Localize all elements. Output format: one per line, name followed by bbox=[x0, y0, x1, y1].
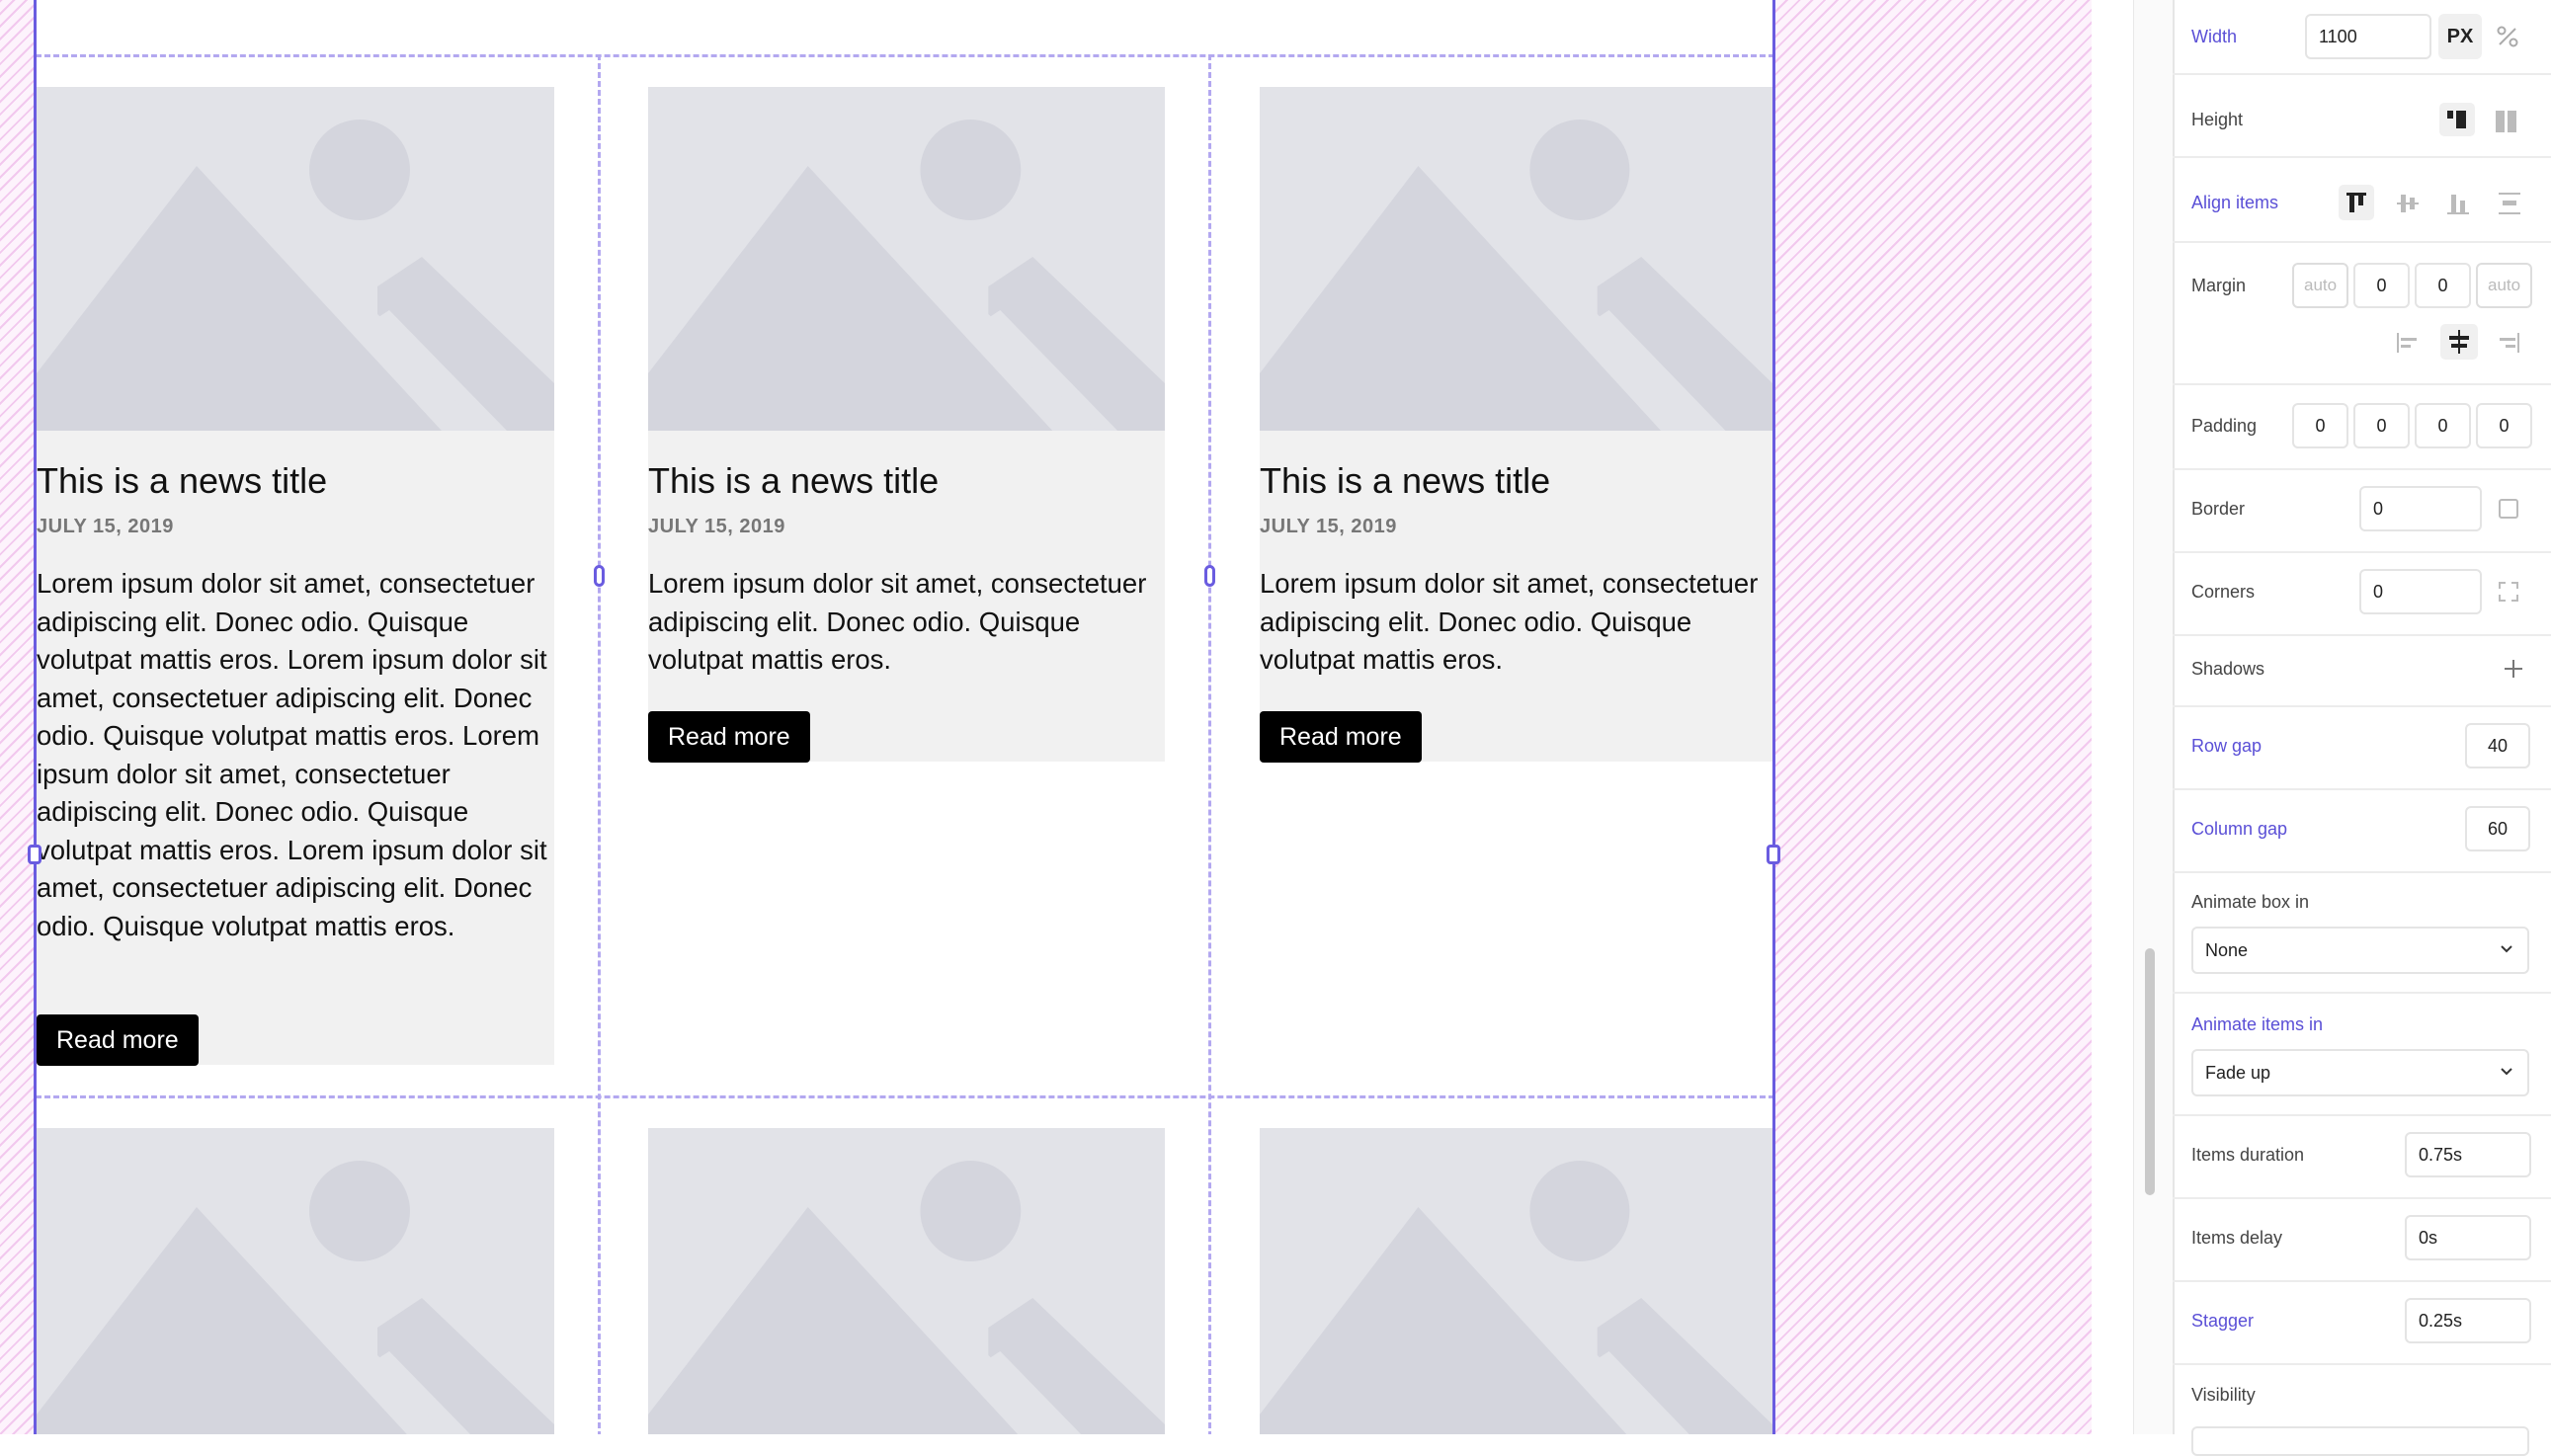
padding-bottom-input[interactable]: 0 bbox=[2415, 403, 2471, 448]
scrollbar-track[interactable] bbox=[2133, 0, 2175, 1434]
align-bottom-icon[interactable] bbox=[2445, 191, 2471, 216]
height-auto-icon bbox=[2447, 111, 2466, 128]
grid-guide bbox=[36, 1095, 1774, 1098]
percent-icon[interactable] bbox=[2497, 26, 2518, 47]
image-icon bbox=[1260, 120, 1772, 431]
chevron-down-icon bbox=[2501, 1068, 2512, 1076]
height-label: Height bbox=[2191, 110, 2244, 129]
margin-bottom-input[interactable]: 0 bbox=[2415, 263, 2471, 308]
width-input[interactable]: 1100 bbox=[2305, 14, 2431, 59]
border-label: Border bbox=[2191, 499, 2246, 519]
margin-left-input[interactable]: auto bbox=[2476, 263, 2532, 308]
items-duration-label: Items duration bbox=[2191, 1145, 2305, 1165]
read-more-button[interactable]: Read more bbox=[37, 1014, 199, 1066]
animate-items-in-select[interactable]: Fade up bbox=[2191, 1049, 2529, 1096]
news-date: JULY 15, 2019 bbox=[1260, 516, 1397, 537]
grid-guide bbox=[36, 54, 1774, 57]
align-items-label: Align items bbox=[2191, 193, 2279, 212]
image-icon bbox=[648, 120, 1165, 431]
margin-align-left-icon[interactable] bbox=[2394, 330, 2420, 356]
padding-right-input[interactable]: 0 bbox=[2353, 403, 2410, 448]
news-date: JULY 15, 2019 bbox=[37, 516, 174, 537]
image-icon bbox=[648, 1161, 1165, 1434]
padding-label: Padding bbox=[2191, 416, 2258, 436]
news-excerpt: Lorem ipsum dolor sit amet, consectetuer… bbox=[648, 568, 1147, 675]
news-title: This is a news title bbox=[37, 460, 328, 501]
image-placeholder bbox=[648, 1128, 1165, 1434]
width-label: Width bbox=[2191, 27, 2238, 46]
animate-box-in-select[interactable]: None bbox=[2191, 927, 2529, 974]
row-gap-label: Row gap bbox=[2191, 736, 2263, 756]
items-delay-label: Items delay bbox=[2191, 1228, 2283, 1248]
gap-handle[interactable] bbox=[594, 565, 605, 587]
image-placeholder bbox=[1260, 1128, 1772, 1434]
align-center-icon[interactable] bbox=[2395, 191, 2421, 216]
column-gap-label: Column gap bbox=[2191, 819, 2288, 839]
animate-items-in-value: Fade up bbox=[2205, 1063, 2271, 1083]
corners-label: Corners bbox=[2191, 582, 2256, 602]
items-delay-input[interactable]: 0s bbox=[2405, 1215, 2531, 1260]
resize-handle-right[interactable] bbox=[1767, 845, 1780, 864]
padding-top-input[interactable]: 0 bbox=[2292, 403, 2348, 448]
padding-left-input[interactable]: 0 bbox=[2476, 403, 2532, 448]
image-icon bbox=[37, 120, 554, 431]
align-top-icon bbox=[2346, 193, 2366, 212]
selection-border-right bbox=[1772, 0, 1775, 1434]
image-placeholder bbox=[1260, 87, 1772, 431]
height-fill-icon[interactable] bbox=[2493, 109, 2520, 134]
corners-expand-icon[interactable] bbox=[2497, 580, 2520, 604]
news-title: This is a news title bbox=[648, 460, 940, 501]
margin-align-center-button[interactable] bbox=[2440, 324, 2478, 360]
margin-label: Margin bbox=[2191, 276, 2247, 295]
animate-items-in-label: Animate items in bbox=[2191, 1014, 2324, 1034]
editor-canvas[interactable]: This is a news title JULY 15, 2019 Lorem… bbox=[0, 0, 2092, 1434]
image-placeholder bbox=[37, 1128, 554, 1434]
items-duration-input[interactable]: 0.75s bbox=[2405, 1132, 2531, 1177]
news-card[interactable]: This is a news title JULY 15, 2019 Lorem… bbox=[648, 87, 1165, 763]
corners-input[interactable]: 0 bbox=[2359, 569, 2482, 614]
news-card[interactable] bbox=[1260, 1128, 1772, 1434]
news-card[interactable] bbox=[648, 1128, 1165, 1434]
grid-guide bbox=[598, 54, 601, 1434]
image-icon bbox=[37, 1161, 554, 1434]
unit-px-button[interactable]: PX bbox=[2438, 14, 2482, 59]
scrollbar-thumb[interactable] bbox=[2145, 948, 2155, 1195]
news-excerpt: Lorem ipsum dolor sit amet, consectetuer… bbox=[1260, 568, 1759, 675]
gap-handle[interactable] bbox=[1204, 565, 1215, 587]
news-card[interactable]: This is a news title JULY 15, 2019 Lorem… bbox=[37, 87, 554, 1066]
margin-align-right-icon[interactable] bbox=[2497, 330, 2522, 356]
align-stretch-icon[interactable] bbox=[2497, 191, 2522, 216]
add-shadow-icon[interactable] bbox=[2503, 658, 2524, 680]
height-auto-button[interactable] bbox=[2439, 103, 2475, 136]
grid-guide bbox=[1208, 54, 1211, 1434]
column-gap-input[interactable]: 60 bbox=[2465, 806, 2530, 851]
news-card[interactable] bbox=[37, 1128, 554, 1434]
news-card[interactable]: This is a news title JULY 15, 2019 Lorem… bbox=[1260, 87, 1772, 763]
margin-right-input[interactable]: 0 bbox=[2353, 263, 2410, 308]
border-input[interactable]: 0 bbox=[2359, 486, 2482, 531]
stagger-label: Stagger bbox=[2191, 1311, 2255, 1331]
news-date: JULY 15, 2019 bbox=[648, 516, 785, 537]
chevron-down-icon bbox=[2501, 945, 2512, 953]
animate-box-in-value: None bbox=[2205, 940, 2249, 960]
stagger-input[interactable]: 0.25s bbox=[2405, 1298, 2531, 1343]
shadows-label: Shadows bbox=[2191, 659, 2265, 679]
read-more-button[interactable]: Read more bbox=[1260, 711, 1422, 763]
image-placeholder bbox=[648, 87, 1165, 431]
margin-align-center-icon bbox=[2449, 330, 2469, 354]
animate-box-in-label: Animate box in bbox=[2191, 892, 2310, 912]
resize-handle-left[interactable] bbox=[28, 845, 41, 864]
visibility-label: Visibility bbox=[2191, 1385, 2256, 1405]
align-top-button[interactable] bbox=[2339, 185, 2374, 220]
visibility-select[interactable] bbox=[2191, 1426, 2529, 1456]
read-more-button[interactable]: Read more bbox=[648, 711, 810, 763]
image-placeholder bbox=[37, 87, 554, 431]
row-gap-input[interactable]: 40 bbox=[2465, 723, 2530, 768]
border-style-icon[interactable] bbox=[2497, 497, 2520, 521]
selection-border-left bbox=[34, 0, 37, 1434]
news-title: This is a news title bbox=[1260, 460, 1551, 501]
news-excerpt: Lorem ipsum dolor sit amet, consectetuer… bbox=[37, 568, 547, 941]
image-icon bbox=[1260, 1161, 1772, 1434]
margin-top-input[interactable]: auto bbox=[2292, 263, 2348, 308]
